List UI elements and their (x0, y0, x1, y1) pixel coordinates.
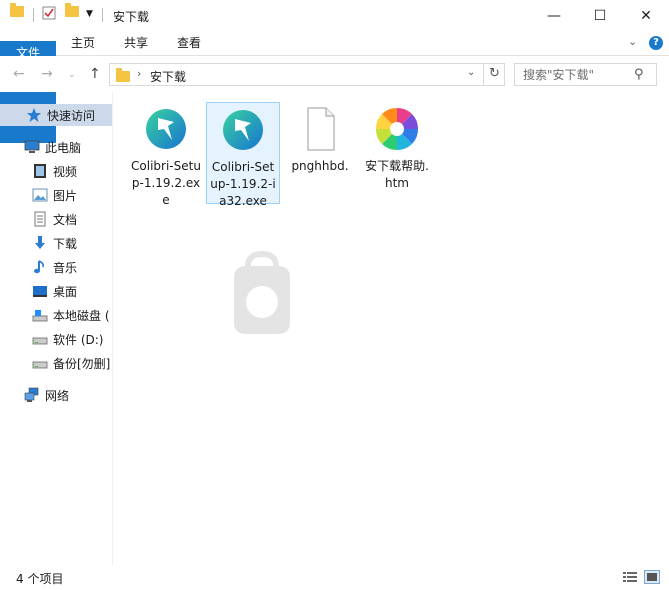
tab-share[interactable]: 共享 (114, 31, 158, 56)
sidebar-item-label: 此电脑 (45, 140, 82, 155)
drive-icon (32, 307, 48, 323)
file-item[interactable]: Colibri-Setup-1.19.2-ia32.exe (206, 102, 280, 208)
title-bar: ▼ 安下载 — ☐ ✕ (0, 0, 669, 31)
customize-toolbar-icon[interactable]: ▼ (86, 9, 93, 19)
large-icons-view-icon[interactable] (644, 570, 660, 584)
star-icon (26, 107, 42, 123)
colibri-icon (142, 105, 190, 153)
tab-home[interactable]: 主页 (61, 31, 105, 56)
search-input[interactable] (515, 64, 625, 85)
new-folder-icon[interactable] (65, 3, 79, 17)
sidebar-item-documents[interactable]: 文档 (0, 208, 112, 230)
sidebar-item-drive-d[interactable]: 软件 (D:) (0, 328, 112, 350)
computer-icon (24, 139, 40, 155)
music-icon (32, 259, 48, 275)
folder-icon (116, 68, 130, 82)
status-bar: 4 个项目 (0, 566, 669, 590)
properties-icon[interactable] (42, 6, 56, 20)
colibri-icon (219, 106, 267, 154)
maximize-button[interactable]: ☐ (577, 0, 623, 31)
sidebar-item-videos[interactable]: 视频 (0, 160, 112, 182)
file-name: pnghhbd. (291, 159, 349, 173)
file-list: Colibri-Setup-1.19.2.exe Colibri-Setup-1… (114, 92, 669, 566)
navigation-pane: 快速访问 此电脑 视频 图片 文档 下载 音乐 桌面 本地磁盘 (软件 (D:… (0, 92, 113, 566)
breadcrumb[interactable]: 安下载 (150, 68, 186, 85)
file-name: Colibri-Setup-1.19.2-ia32.exe (210, 160, 276, 208)
navigation-bar: ← → ⌄ ↑ › 安下载 ⌄ ↻ ⚲ (0, 56, 669, 92)
ribbon-tabs: 文件 主页 共享 查看 ⌄ ? (0, 31, 669, 143)
back-arrow-icon[interactable]: ← (13, 66, 25, 82)
sidebar-item-label: 快速访问 (47, 108, 96, 123)
item-count: 4 个项目 (16, 572, 64, 586)
minimize-button[interactable]: — (531, 0, 577, 31)
forward-arrow-icon[interactable]: → (41, 66, 53, 82)
file-name: Colibri-Setup-1.19.2.exe (131, 159, 201, 207)
document-icon (32, 211, 48, 227)
sidebar-item-quick-access[interactable]: 快速访问 (0, 104, 112, 126)
close-button[interactable]: ✕ (623, 0, 669, 31)
download-icon (32, 235, 48, 251)
sidebar-item-pictures[interactable]: 图片 (0, 184, 112, 206)
sidebar-item-label: 软件 (D:) (53, 332, 104, 347)
search-box[interactable]: ⚲ (514, 63, 657, 86)
drive-icon (32, 355, 48, 371)
picture-icon (32, 187, 48, 203)
sidebar-item-network[interactable]: 网络 (0, 384, 112, 406)
file-item[interactable]: pnghhbd. (283, 102, 357, 204)
blank-file-icon (296, 105, 344, 153)
chevron-down-icon[interactable]: ⌄ (467, 67, 475, 78)
sidebar-item-desktop[interactable]: 桌面 (0, 280, 112, 302)
divider (33, 8, 34, 22)
sidebar-item-downloads[interactable]: 下载 (0, 232, 112, 254)
refresh-icon[interactable]: ↻ (483, 63, 505, 86)
up-arrow-icon[interactable]: ↑ (89, 66, 101, 82)
file-item[interactable]: 安下载帮助.htm (360, 102, 434, 204)
drive-icon (32, 331, 48, 347)
search-icon[interactable]: ⚲ (634, 67, 644, 82)
sidebar-item-local-disk[interactable]: 本地磁盘 ( (0, 304, 112, 326)
pinwheel-icon (373, 105, 421, 153)
chevron-down-icon[interactable]: ⌄ (628, 35, 637, 48)
file-name: 安下载帮助.htm (365, 159, 429, 190)
sidebar-item-music[interactable]: 音乐 (0, 256, 112, 278)
watermark-logo (224, 250, 444, 340)
recent-locations-icon[interactable]: ⌄ (68, 70, 76, 80)
sidebar-item-label: 视频 (53, 164, 78, 179)
sidebar-item-label: 下载 (53, 236, 78, 251)
details-view-icon[interactable] (622, 570, 638, 584)
breadcrumb-separator-icon: › (137, 67, 142, 80)
sidebar-item-label: 音乐 (53, 260, 78, 275)
address-bar[interactable]: › 安下载 ⌄ ↻ (109, 63, 505, 86)
window-title: 安下载 (113, 10, 150, 24)
network-icon (24, 387, 40, 403)
sidebar-item-label: 图片 (53, 188, 78, 203)
help-icon[interactable]: ? (649, 36, 663, 50)
video-icon (32, 163, 48, 179)
tab-view[interactable]: 查看 (167, 31, 211, 56)
sidebar-item-label: 桌面 (53, 284, 78, 299)
sidebar-item-label: 文档 (53, 212, 78, 227)
sidebar-item-label: 备份[勿删] (53, 356, 111, 371)
desktop-icon (32, 283, 48, 299)
folder-icon (10, 3, 24, 17)
sidebar-item-label: 本地磁盘 ( (53, 308, 110, 323)
sidebar-item-backup-drive[interactable]: 备份[勿删] (0, 352, 112, 374)
file-item[interactable]: Colibri-Setup-1.19.2.exe (129, 102, 203, 207)
divider (102, 8, 103, 22)
sidebar-item-label: 网络 (45, 388, 70, 403)
sidebar-item-this-pc[interactable]: 此电脑 (0, 136, 112, 158)
